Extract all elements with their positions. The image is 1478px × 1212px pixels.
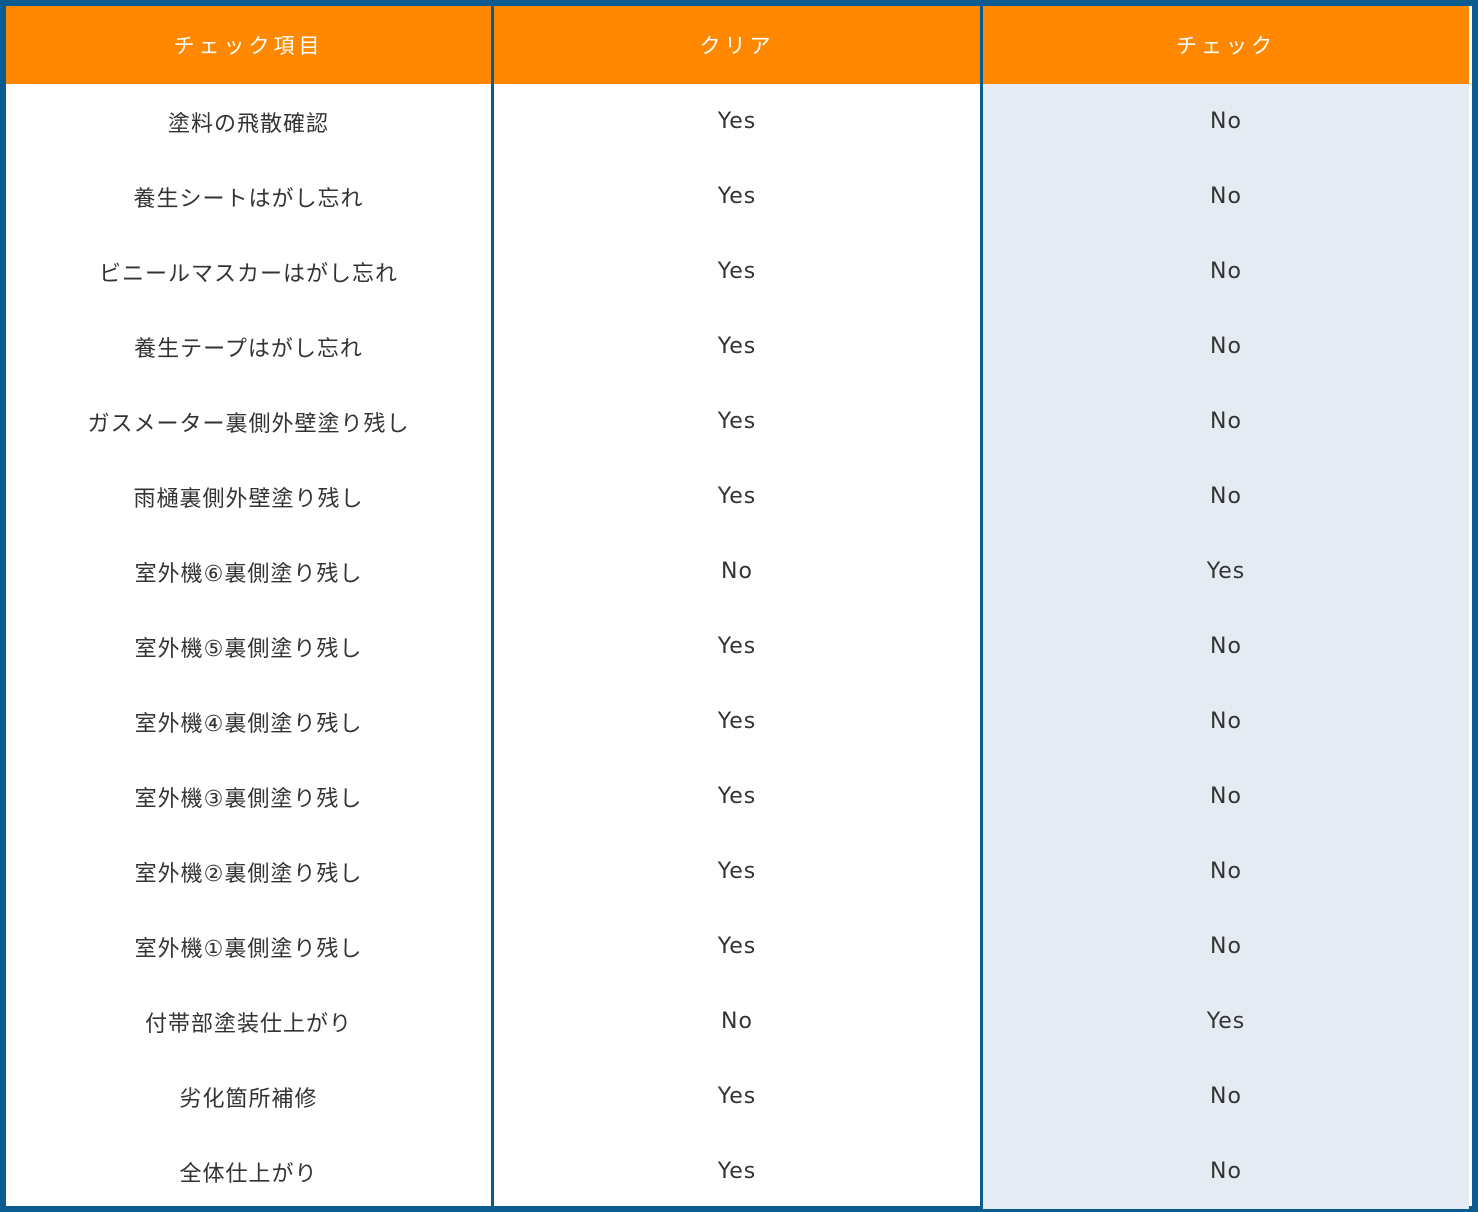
item-cell: 付帯部塗装仕上がり: [144, 1011, 352, 1037]
header-clear: クリア: [494, 6, 980, 84]
checklist-table-frame: チェック項目 塗料の飛散確認 養生シートはがし忘れ ビニールマスカーはがし忘れ …: [0, 0, 1478, 1212]
column-clear: クリア Yes Yes Yes Yes Yes Yes No Yes Yes Y…: [494, 6, 980, 1209]
clear-cells: Yes Yes Yes Yes Yes Yes No Yes Yes Yes Y…: [494, 84, 980, 1209]
item-cell: ガスメーター裏側外壁塗り残し: [87, 411, 410, 437]
check-cell: No: [1210, 709, 1242, 734]
item-cell: 全体仕上がり: [179, 1161, 318, 1187]
item-cell: 養生テープはがし忘れ: [134, 336, 363, 362]
item-cells: 塗料の飛散確認 養生シートはがし忘れ ビニールマスカーはがし忘れ 養生テープはが…: [6, 84, 491, 1209]
item-cell: 養生シートはがし忘れ: [133, 186, 364, 212]
check-cell: No: [1210, 784, 1242, 809]
item-cell: 雨樋裏側外壁塗り残し: [133, 486, 364, 512]
item-cell: 室外機⑤裏側塗り残し: [134, 636, 363, 662]
clear-cell: Yes: [717, 709, 757, 734]
item-cell: 室外機③裏側塗り残し: [134, 786, 363, 812]
clear-cell: Yes: [717, 784, 757, 809]
check-cell: No: [1210, 859, 1242, 884]
clear-cell: Yes: [717, 409, 757, 434]
check-cell: No: [1210, 334, 1242, 359]
check-cell: No: [1210, 484, 1242, 509]
clear-cell: Yes: [717, 859, 757, 884]
clear-cell: No: [721, 559, 753, 584]
column-item: チェック項目 塗料の飛散確認 養生シートはがし忘れ ビニールマスカーはがし忘れ …: [6, 6, 491, 1209]
clear-cell: Yes: [717, 634, 757, 659]
item-cell: 室外機④裏側塗り残し: [134, 711, 363, 737]
clear-cell: Yes: [717, 334, 757, 359]
clear-cell: Yes: [717, 259, 757, 284]
check-cell: No: [1210, 934, 1242, 959]
clear-cell: Yes: [717, 1159, 757, 1184]
check-cell: No: [1210, 1084, 1242, 1109]
header-check: チェック: [983, 6, 1469, 84]
clear-cell: No: [721, 1009, 753, 1034]
check-cell: Yes: [1206, 559, 1246, 584]
item-cell: ビニールマスカーはがし忘れ: [98, 261, 398, 287]
column-check: チェック No No No No No No Yes No No No No N…: [983, 6, 1469, 1209]
check-cell: No: [1210, 1159, 1242, 1184]
clear-cell: Yes: [717, 109, 757, 134]
check-cell: No: [1210, 634, 1242, 659]
check-cell: Yes: [1206, 1009, 1246, 1034]
header-item: チェック項目: [6, 6, 491, 84]
check-cells: No No No No No No Yes No No No No No Yes…: [983, 84, 1469, 1209]
item-cell: 室外機①裏側塗り残し: [134, 936, 363, 962]
item-cell: 劣化箇所補修: [179, 1086, 318, 1112]
check-cell: No: [1210, 109, 1242, 134]
check-cell: No: [1210, 409, 1242, 434]
item-cell: 塗料の飛散確認: [167, 111, 329, 137]
item-cell: 室外機⑥裏側塗り残し: [134, 561, 363, 587]
clear-cell: Yes: [717, 1084, 757, 1109]
checklist-table: チェック項目 塗料の飛散確認 養生シートはがし忘れ ビニールマスカーはがし忘れ …: [6, 6, 1472, 1209]
check-cell: No: [1210, 259, 1242, 284]
clear-cell: Yes: [717, 184, 757, 209]
check-cell: No: [1210, 184, 1242, 209]
clear-cell: Yes: [717, 934, 757, 959]
clear-cell: Yes: [717, 484, 757, 509]
item-cell: 室外機②裏側塗り残し: [134, 861, 363, 887]
